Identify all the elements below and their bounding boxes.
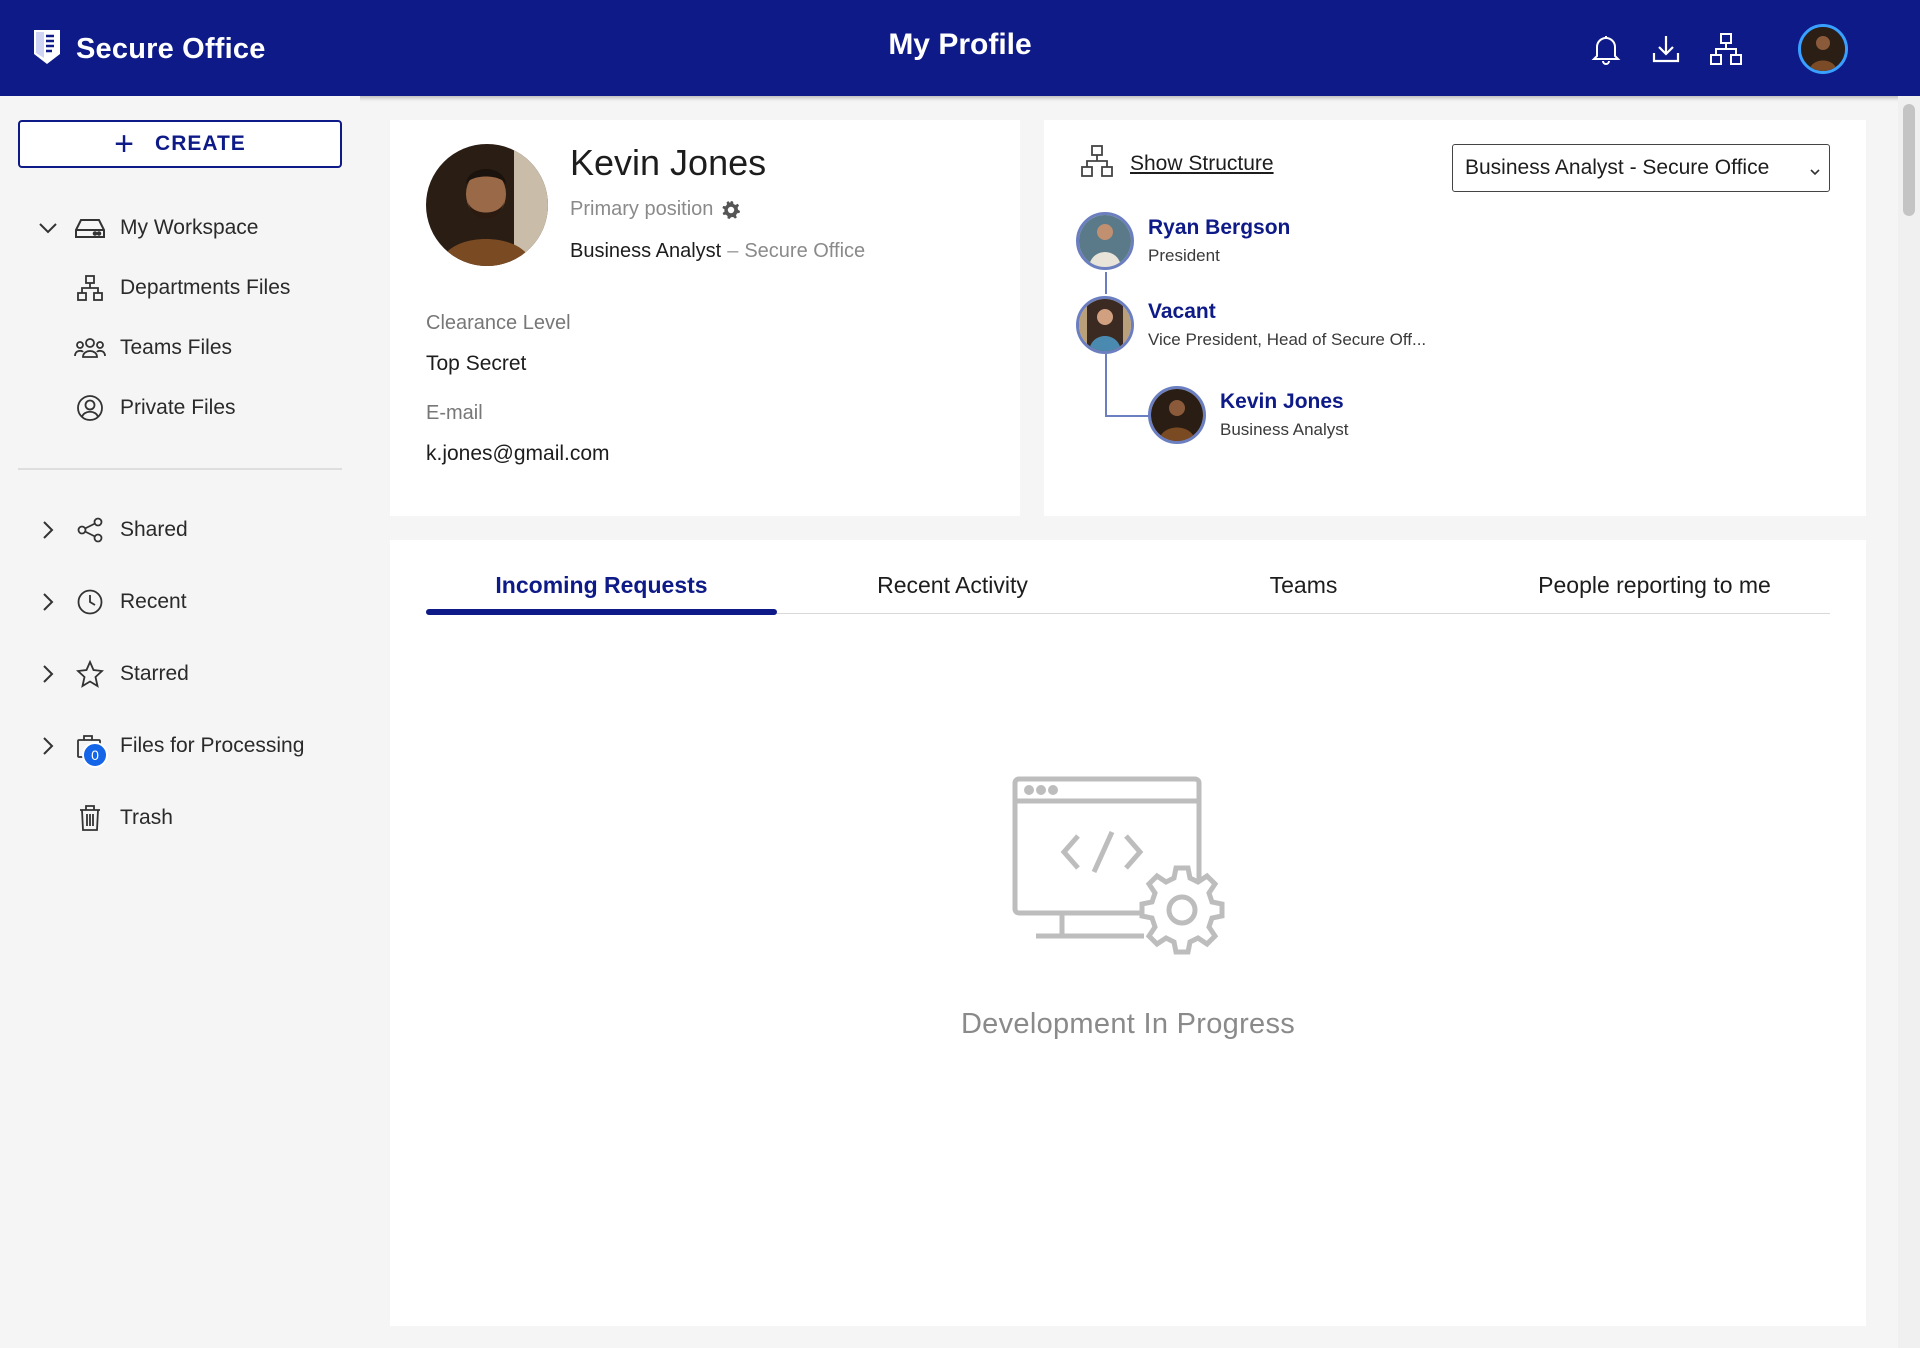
org-avatar <box>1076 296 1134 354</box>
profile-role: Business Analyst – Secure Office <box>570 240 865 263</box>
chevron-down-icon[interactable] <box>36 216 60 240</box>
clock-icon <box>74 586 106 618</box>
trash-icon <box>74 802 106 834</box>
processing-count-badge: 0 <box>82 742 108 768</box>
profile-photo <box>426 144 548 266</box>
sidebar-item-label: Recent <box>120 590 187 613</box>
plus-icon: + <box>114 125 136 163</box>
tab-bar: Incoming Requests Recent Activity Teams … <box>426 564 1830 615</box>
sidebar-item-label: Trash <box>120 806 173 829</box>
top-bar: Secure Office My Profile <box>0 0 1920 96</box>
star-icon <box>74 658 106 690</box>
tab-teams[interactable]: Teams <box>1128 564 1479 613</box>
page-scrollbar[interactable] <box>1898 96 1920 1348</box>
org-node-current-user[interactable]: Kevin Jones Business Analyst <box>1148 386 1349 444</box>
primary-position-row: Primary position <box>570 198 741 221</box>
sidebar-item-teams-files[interactable]: Teams Files <box>0 326 360 370</box>
clearance-label: Clearance Level <box>426 312 571 334</box>
email-value: k.jones@gmail.com <box>426 442 610 465</box>
sidebar-item-trash[interactable]: Trash <box>0 796 360 840</box>
sidebar-item-label: Private Files <box>120 396 236 419</box>
tab-recent-activity[interactable]: Recent Activity <box>777 564 1128 613</box>
profile-name: Kevin Jones <box>570 142 767 183</box>
scrollbar-thumb[interactable] <box>1903 104 1915 216</box>
sidebar-item-label: My Workspace <box>120 216 259 239</box>
org-node-position: Vice President, Head of Secure Off... <box>1148 330 1427 349</box>
development-monitor-icon <box>1012 776 1232 961</box>
create-button[interactable]: + CREATE <box>18 120 342 168</box>
org-node-name: Vacant <box>1148 300 1216 323</box>
sidebar-item-recent[interactable]: Recent <box>0 580 360 624</box>
sidebar-item-label: Starred <box>120 662 189 685</box>
share-icon <box>74 514 106 546</box>
sidebar-item-starred[interactable]: Starred <box>0 652 360 696</box>
sidebar-item-label: Files for Processing <box>120 734 305 757</box>
user-avatar[interactable] <box>1798 24 1848 74</box>
role-org: Secure Office <box>744 240 866 262</box>
sidebar-item-label: Teams Files <box>120 336 233 359</box>
user-circle-icon <box>74 392 106 424</box>
empty-state-message: Development In Progress <box>960 1008 1296 1040</box>
org-avatar <box>1076 212 1134 270</box>
sidebar-item-private-files[interactable]: Private Files <box>0 386 360 430</box>
sidebar-item-departments-files[interactable]: Departments Files <box>0 266 360 310</box>
profile-card: Kevin Jones Primary position Business An… <box>390 120 1020 516</box>
activity-card: Incoming Requests Recent Activity Teams … <box>390 540 1866 1326</box>
role-title: Business Analyst <box>570 240 722 262</box>
org-node-position: Business Analyst <box>1220 420 1349 439</box>
sidebar-item-my-workspace[interactable]: My Workspace <box>0 206 360 250</box>
org-node-president[interactable]: Ryan Bergson President <box>1076 212 1290 270</box>
org-node-vice-president[interactable]: Vacant Vice President, Head of Secure Of… <box>1076 296 1426 354</box>
team-icon <box>74 332 106 364</box>
chevron-right-icon[interactable] <box>36 662 60 686</box>
org-node-position: President <box>1148 246 1220 265</box>
role-separator: – <box>727 240 739 262</box>
tab-incoming-requests[interactable]: Incoming Requests <box>426 564 777 615</box>
chevron-right-icon[interactable] <box>36 590 60 614</box>
org-node-name: Kevin Jones <box>1220 390 1344 413</box>
structure-card: Show Structure Business Analyst - Secure… <box>1044 120 1866 516</box>
gear-icon[interactable] <box>721 200 741 220</box>
chevron-right-icon[interactable] <box>36 518 60 542</box>
drive-icon <box>74 212 106 244</box>
sidebar-item-files-for-processing[interactable]: Files for Processing <box>0 724 360 768</box>
sidebar-item-label: Departments Files <box>120 276 291 299</box>
bell-icon[interactable] <box>1582 25 1630 73</box>
primary-position-label: Primary position <box>570 198 714 220</box>
sidebar-item-shared[interactable]: Shared <box>0 508 360 552</box>
email-label: E-mail <box>426 402 483 424</box>
org-structure-icon[interactable] <box>1702 25 1750 73</box>
sidebar-divider <box>18 468 342 470</box>
clearance-value: Top Secret <box>426 352 527 375</box>
sidebar-item-label: Shared <box>120 518 188 541</box>
chevron-right-icon[interactable] <box>36 734 60 758</box>
hierarchy-icon <box>74 272 106 304</box>
download-icon[interactable] <box>1642 25 1690 73</box>
tab-people-reporting[interactable]: People reporting to me <box>1479 564 1830 613</box>
sidebar: + CREATE My Workspace Departments Files … <box>0 96 360 1348</box>
org-avatar <box>1148 386 1206 444</box>
org-node-name: Ryan Bergson <box>1148 216 1291 239</box>
create-label: CREATE <box>155 132 246 155</box>
